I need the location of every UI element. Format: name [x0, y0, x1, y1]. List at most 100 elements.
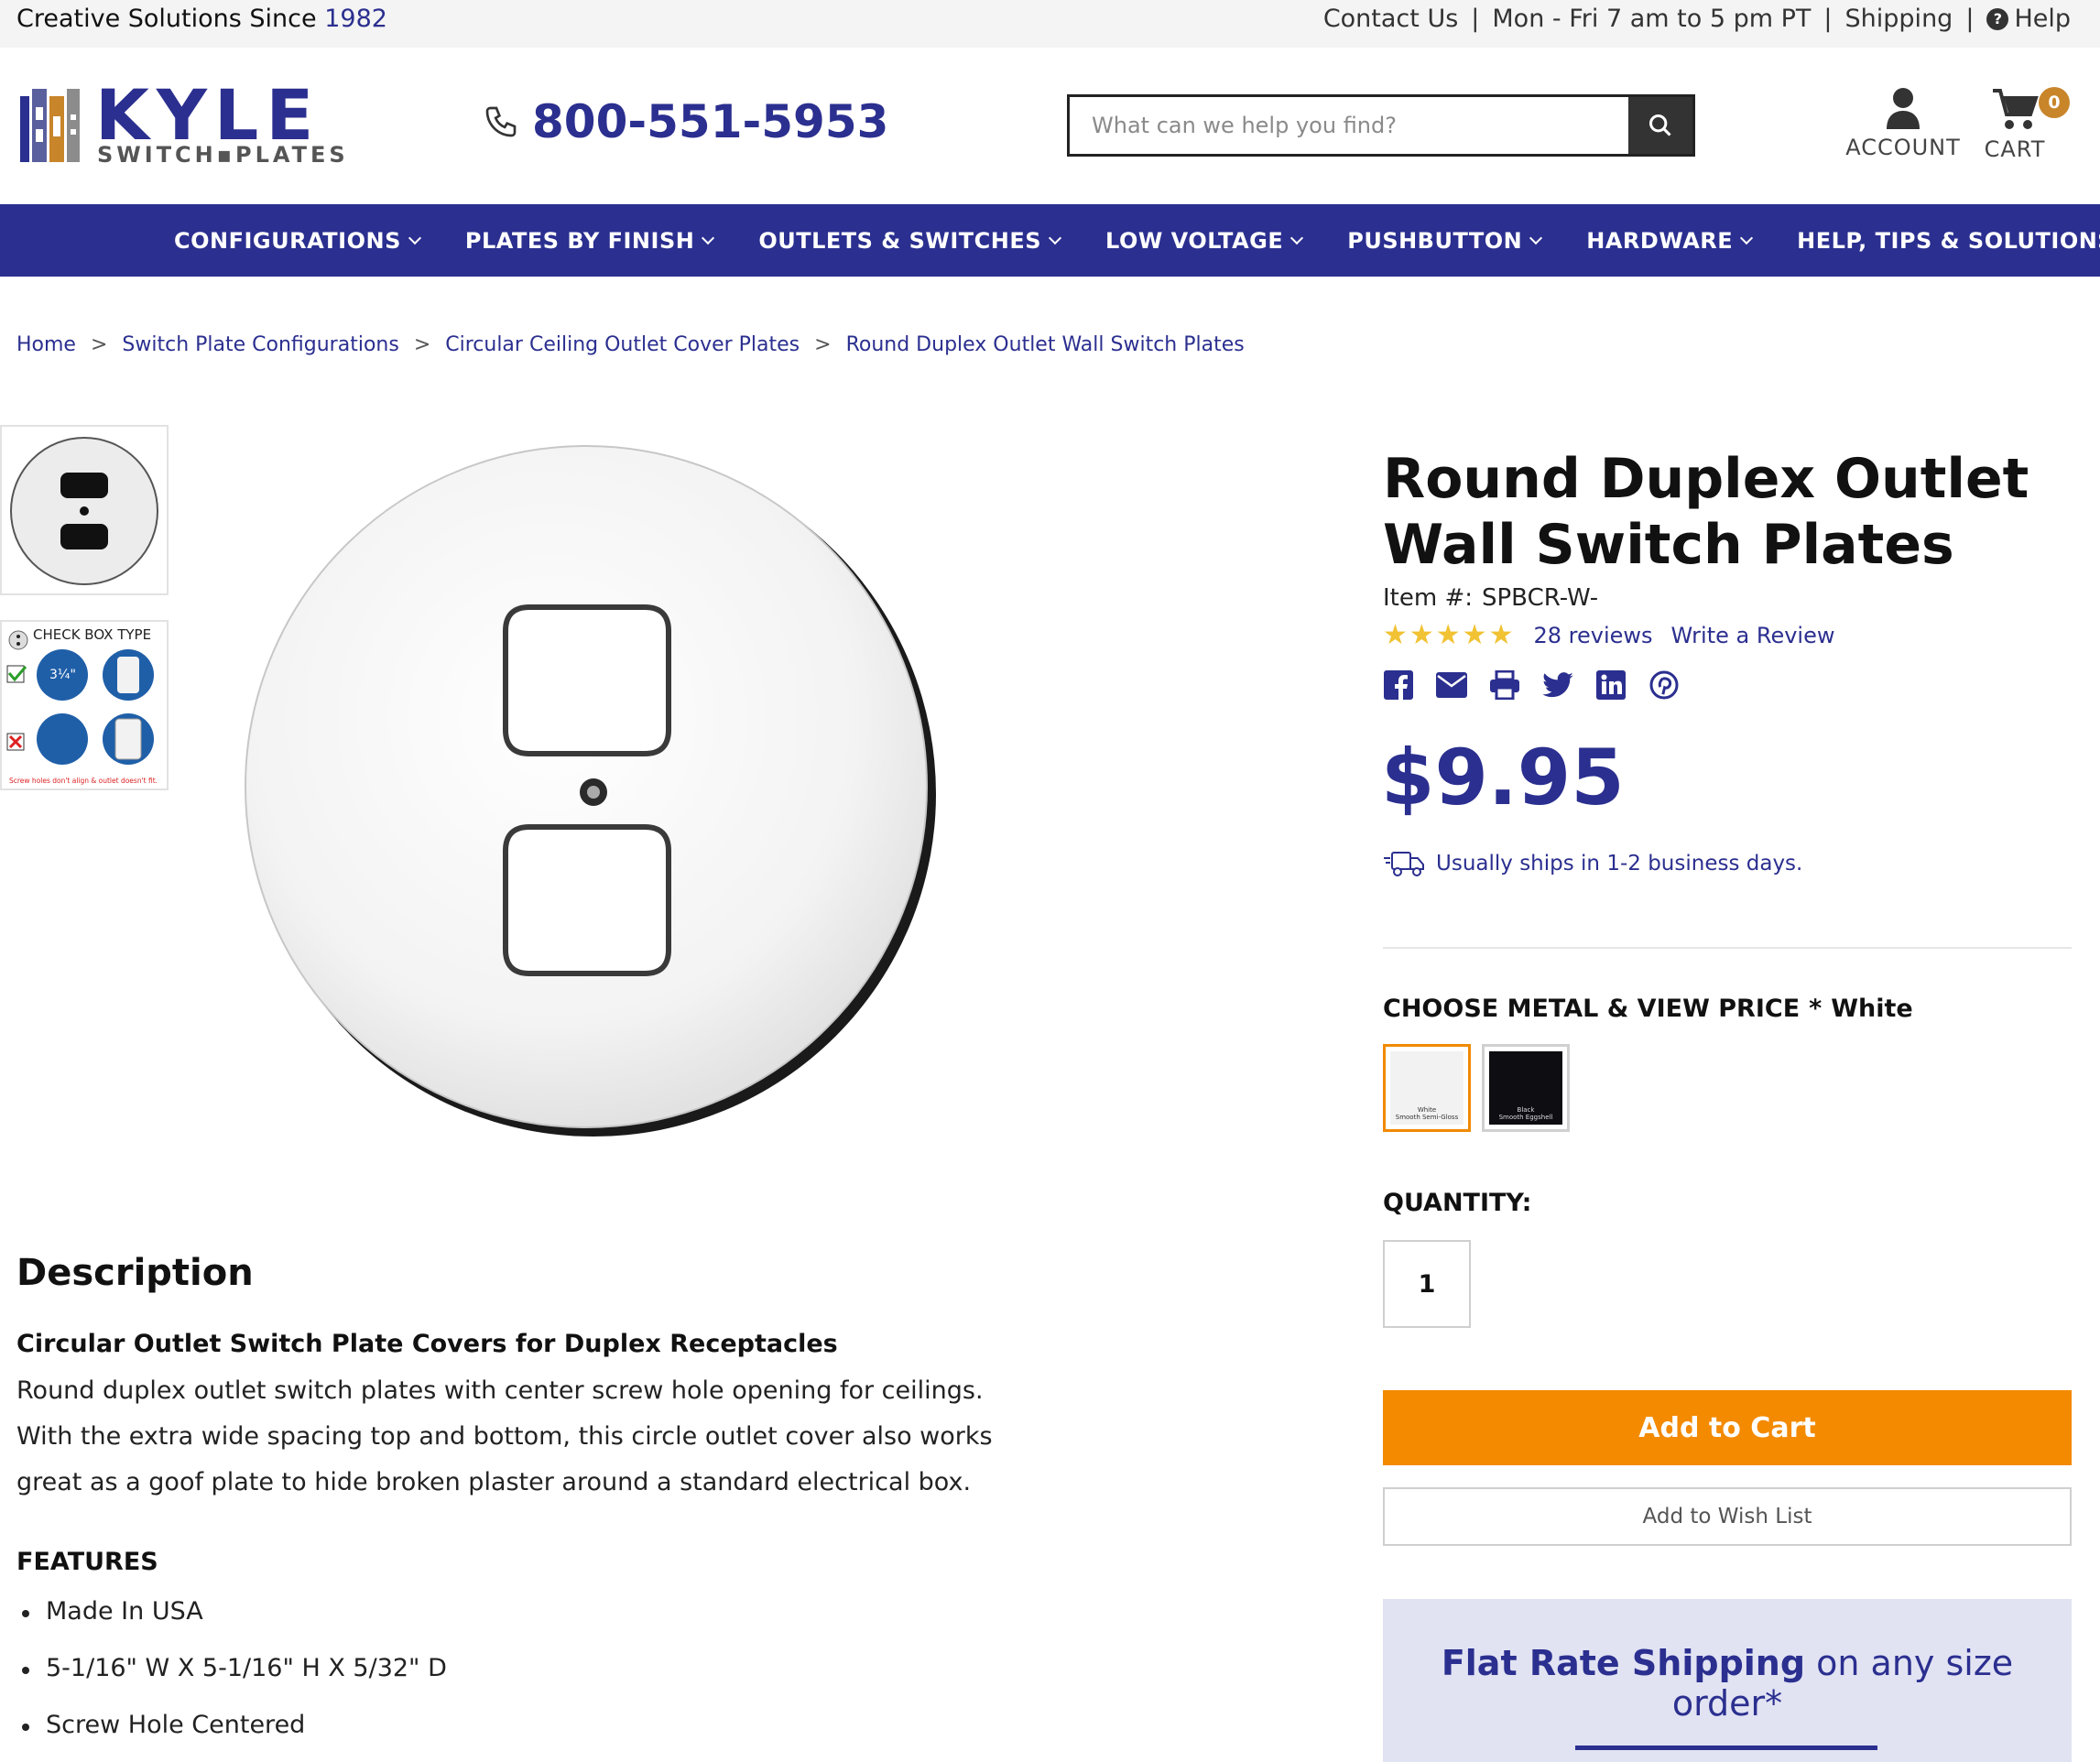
email-icon[interactable]	[1436, 669, 1467, 701]
reviews-link[interactable]: 28 reviews	[1533, 623, 1652, 648]
cart-link[interactable]: CART 0	[1978, 87, 2070, 162]
main-product-image[interactable]	[240, 444, 936, 1140]
add-to-cart-button[interactable]: Add to Cart	[1383, 1390, 2072, 1465]
twitter-icon[interactable]	[1542, 669, 1573, 701]
logo-mark-icon	[20, 89, 80, 162]
separator: |	[1965, 5, 1975, 33]
product-price: $9.95	[1381, 733, 1625, 822]
write-review-link[interactable]: Write a Review	[1671, 623, 1835, 648]
promo-underline	[1575, 1746, 1877, 1750]
check-box-caption: Screw holes don't align & outlet doesn't…	[9, 777, 158, 785]
tagline: Creative Solutions Since 1982	[16, 5, 387, 33]
option-label-text: CHOOSE METAL & VIEW PRICE	[1383, 995, 1801, 1023]
share-icons	[1383, 669, 1680, 701]
search-button[interactable]	[1628, 97, 1692, 154]
promo-bold-text: Flat Rate Shipping	[1441, 1643, 1806, 1683]
description-body: Round duplex outlet switch plates with c…	[16, 1376, 993, 1496]
chevron-down-icon	[702, 231, 715, 245]
linkedin-icon[interactable]	[1595, 669, 1627, 701]
breadcrumb-separator: >	[90, 333, 108, 356]
nav-label: PUSHBUTTON	[1347, 227, 1523, 254]
nav-label: HARDWARE	[1586, 227, 1734, 254]
separator: |	[1823, 5, 1833, 33]
main-nav: CONFIGURATIONS PLATES BY FINISH OUTLETS …	[0, 204, 2100, 277]
flat-rate-shipping-banner[interactable]: Flat Rate Shipping on any size order*	[1383, 1599, 2072, 1762]
account-label: ACCOUNT	[1845, 135, 1961, 160]
breadcrumb: Home > Switch Plate Configurations > Cir…	[16, 333, 1245, 356]
option-selected-value: White	[1831, 995, 1913, 1023]
top-utility-bar: Creative Solutions Since 1982 Contact Us…	[0, 0, 2100, 48]
search-input[interactable]	[1070, 97, 1630, 154]
breadcrumb-current[interactable]: Round Duplex Outlet Wall Switch Plates	[846, 333, 1245, 356]
product-title: Round Duplex Outlet Wall Switch Plates	[1383, 447, 2029, 577]
logo-subtitle: SWITCH▪PLATES	[97, 142, 349, 168]
swatch-white-caption: White Smooth Semi-Gloss	[1395, 1106, 1459, 1121]
swatch-white-fill: White Smooth Semi-Gloss	[1390, 1051, 1463, 1125]
nav-label: CONFIGURATIONS	[174, 227, 401, 254]
swatch-white[interactable]: White Smooth Semi-Gloss	[1383, 1044, 1471, 1132]
item-number: Item #: SPBCR-W-	[1383, 584, 1598, 612]
swatch-black-fill: Black Smooth Eggshell	[1489, 1051, 1562, 1125]
search-bar	[1067, 94, 1695, 157]
features-list: Made In USA 5-1/16" W X 5-1/16" H X 5/32…	[16, 1597, 447, 1762]
nav-plates-by-finish[interactable]: PLATES BY FINISH	[464, 227, 715, 254]
description-heading: Description	[16, 1252, 254, 1294]
breadcrumb-separator: >	[413, 333, 431, 356]
contact-us-link[interactable]: Contact Us	[1323, 5, 1458, 33]
phone-link[interactable]: 800-551-5953	[483, 95, 888, 148]
utility-links: Contact Us | Mon - Fri 7 am to 5 pm PT |…	[1323, 5, 2071, 33]
promo-text: Flat Rate Shipping on any size order*	[1383, 1643, 2072, 1724]
help-label: Help	[2014, 5, 2071, 33]
site-logo[interactable]: KYLE SWITCH▪PLATES	[20, 74, 359, 169]
print-icon[interactable]	[1489, 669, 1520, 701]
nav-pushbutton[interactable]: PUSHBUTTON	[1347, 227, 1543, 254]
features-heading: FEATURES	[16, 1548, 158, 1576]
check-box-type-image: CHECK BOX TYPE 3¼" Screw holes don't ali…	[6, 626, 158, 785]
feature-item: Screw Hole Centered	[16, 1711, 447, 1762]
help-link[interactable]: ? Help	[1986, 5, 2071, 33]
product-thumbnail-2[interactable]: CHECK BOX TYPE 3¼" Screw holes don't ali…	[0, 620, 169, 790]
breadcrumb-separator: >	[814, 333, 832, 356]
add-to-wishlist-button[interactable]: Add to Wish List	[1383, 1487, 2072, 1546]
breadcrumb-circular-ceiling[interactable]: Circular Ceiling Outlet Cover Plates	[445, 333, 800, 356]
check-box-title: CHECK BOX TYPE	[33, 626, 151, 643]
tagline-year: 1982	[324, 5, 387, 33]
rating-row: ★★★★★ 28 reviews Write a Review	[1383, 619, 1835, 651]
quantity-label: QUANTITY:	[1383, 1189, 1532, 1217]
account-icon	[1887, 88, 1920, 129]
nav-outlets-switches[interactable]: OUTLETS & SWITCHES	[758, 228, 1062, 254]
product-thumbnail-1[interactable]	[0, 425, 169, 595]
cart-count-badge: 0	[2039, 87, 2070, 118]
option-label: CHOOSE METAL & VIEW PRICE * White	[1383, 995, 1913, 1023]
nav-configurations[interactable]: CONFIGURATIONS	[174, 227, 421, 254]
rating-stars-icon: ★★★★★	[1383, 619, 1516, 651]
search-icon	[1648, 114, 1671, 136]
nav-label: LOW VOLTAGE	[1105, 227, 1284, 254]
tagline-text: Creative Solutions Since	[16, 5, 317, 33]
business-hours: Mon - Fri 7 am to 5 pm PT	[1492, 5, 1812, 33]
chevron-down-icon	[1740, 231, 1754, 245]
facebook-icon[interactable]	[1383, 669, 1414, 701]
phone-number: 800-551-5953	[532, 95, 889, 148]
shipping-link[interactable]: Shipping	[1845, 5, 1953, 33]
svg-text:3¼": 3¼"	[49, 668, 76, 682]
breadcrumb-configurations[interactable]: Switch Plate Configurations	[122, 333, 398, 356]
divider	[1383, 947, 2072, 949]
shipping-note-text: Usually ships in 1-2 business days.	[1436, 852, 1803, 876]
chevron-down-icon	[1529, 231, 1543, 245]
swatch-black[interactable]: Black Smooth Eggshell	[1482, 1044, 1570, 1132]
breadcrumb-home[interactable]: Home	[16, 333, 76, 356]
pinterest-icon[interactable]	[1648, 669, 1680, 701]
account-link[interactable]: ACCOUNT	[1844, 87, 1962, 160]
round-duplex-plate-image	[245, 445, 936, 1137]
help-icon: ?	[1986, 7, 2009, 30]
truck-icon	[1384, 852, 1424, 876]
nav-help-tips[interactable]: HELP, TIPS & SOLUTIONS	[1797, 228, 2100, 254]
nav-low-voltage[interactable]: LOW VOLTAGE	[1105, 227, 1304, 254]
nav-label: PLATES BY FINISH	[464, 227, 695, 254]
feature-item: Made In USA	[16, 1597, 447, 1654]
nav-hardware[interactable]: HARDWARE	[1586, 227, 1754, 254]
item-number-value: SPBCR-W-	[1482, 584, 1599, 612]
quantity-input[interactable]	[1383, 1240, 1471, 1328]
chevron-down-icon	[408, 231, 421, 245]
